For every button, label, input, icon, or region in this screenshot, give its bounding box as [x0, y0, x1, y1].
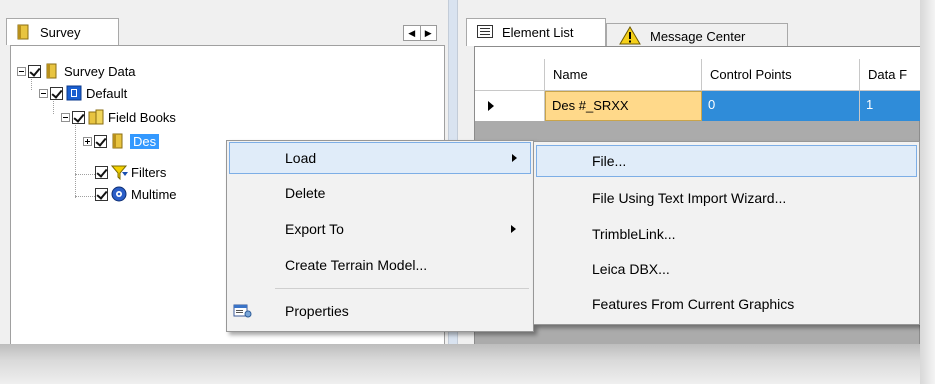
cell-name[interactable]: Des #_SRXX — [545, 91, 702, 121]
multimedia-icon — [111, 186, 127, 202]
menu-item-label: TrimbleLink... — [592, 226, 676, 242]
tab-survey-label: Survey — [40, 25, 81, 40]
checkbox-survey-data[interactable] — [28, 64, 41, 78]
menu-item-delete[interactable]: Delete — [229, 177, 531, 209]
tree-label: Multime — [131, 186, 177, 202]
window-edge — [920, 0, 935, 384]
menu-item-create-terrain-model[interactable]: Create Terrain Model... — [229, 249, 531, 281]
menu-item-label: Properties — [285, 303, 349, 319]
menu-item-label: Create Terrain Model... — [285, 257, 428, 273]
current-row-icon — [488, 101, 494, 111]
submenu-item-file[interactable]: File... — [536, 145, 917, 177]
menu-item-label: File Using Text Import Wizard... — [592, 190, 787, 206]
checkbox-des[interactable] — [94, 134, 107, 148]
collapse-icon[interactable] — [39, 88, 48, 98]
properties-icon — [233, 303, 253, 322]
menu-separator — [275, 288, 529, 289]
list-icon — [477, 24, 493, 41]
row-header-column — [475, 59, 545, 91]
filter-icon — [110, 164, 128, 181]
book-icon — [44, 63, 60, 79]
book-icon — [16, 24, 30, 43]
warning-icon — [619, 25, 641, 48]
cell-data[interactable]: 1 — [860, 91, 921, 121]
tab-element-list-label: Element List — [502, 25, 574, 40]
submenu-arrow-icon — [512, 154, 517, 162]
tab-scroll-arrows[interactable]: ◀ ▶ — [403, 25, 437, 41]
books-icon — [88, 109, 104, 125]
menu-item-properties[interactable]: Properties — [229, 295, 531, 327]
menu-item-label: Load — [285, 150, 317, 166]
row-selector[interactable] — [475, 91, 545, 121]
scroll-right-icon[interactable]: ▶ — [421, 26, 437, 40]
checkbox-multimedia[interactable] — [95, 187, 108, 201]
tree-label: Survey Data — [64, 63, 136, 79]
load-submenu: File... File Using Text Import Wizard...… — [533, 141, 920, 325]
column-header-control-points[interactable]: Control Points — [702, 59, 860, 91]
book-icon — [110, 133, 126, 149]
checkbox-default[interactable] — [50, 86, 63, 100]
tab-message-center-label: Message Center — [650, 29, 746, 44]
tab-element-list[interactable]: Element List — [466, 18, 606, 46]
tree-node-des[interactable]: Des — [83, 131, 160, 151]
context-menu: Load Delete Export To Create Terrain Mod… — [226, 140, 534, 332]
table-row[interactable]: Des #_SRXX 0 1 — [475, 91, 921, 121]
tab-survey[interactable]: Survey — [6, 18, 119, 45]
menu-item-label: File... — [592, 153, 627, 169]
tree-label-selected: Des — [130, 133, 160, 149]
checkbox-field-books[interactable] — [72, 110, 85, 124]
collapse-icon[interactable] — [61, 112, 70, 122]
menu-item-load[interactable]: Load — [229, 142, 531, 174]
submenu-item-features-from-graphics[interactable]: Features From Current Graphics — [536, 288, 917, 320]
project-icon — [66, 85, 82, 101]
column-header-name[interactable]: Name — [545, 59, 702, 91]
menu-item-label: Delete — [285, 185, 326, 201]
expand-icon[interactable] — [83, 136, 92, 146]
tree-node-default[interactable]: Default — [39, 83, 127, 103]
submenu-item-text-import-wizard[interactable]: File Using Text Import Wizard... — [536, 182, 917, 214]
scroll-left-icon[interactable]: ◀ — [404, 26, 421, 40]
menu-item-label: Export To — [285, 221, 344, 237]
submenu-item-leica-dbx[interactable]: Leica DBX... — [536, 253, 917, 285]
grid-header: Name Control Points Data F — [475, 59, 921, 91]
menu-item-label: Leica DBX... — [592, 261, 670, 277]
tree-label: Default — [86, 85, 128, 101]
submenu-item-trimblelink[interactable]: TrimbleLink... — [536, 218, 917, 250]
menu-item-label: Features From Current Graphics — [592, 296, 795, 312]
tree-node-field-books[interactable]: Field Books — [61, 107, 176, 127]
column-header-data[interactable]: Data F — [860, 59, 921, 91]
tree-label: Field Books — [108, 109, 176, 125]
tree-node-multimedia[interactable]: Multime — [93, 184, 177, 204]
collapse-icon[interactable] — [17, 66, 26, 76]
cell-control-points[interactable]: 0 — [702, 91, 860, 121]
tree-node-survey-data[interactable]: Survey Data — [17, 61, 136, 81]
window-shadow — [0, 344, 935, 384]
tree-label: Filters — [131, 164, 167, 180]
tree-node-filters[interactable]: Filters — [93, 162, 166, 182]
menu-item-export-to[interactable]: Export To — [229, 213, 531, 245]
submenu-arrow-icon — [511, 225, 516, 233]
checkbox-filters[interactable] — [95, 165, 108, 179]
